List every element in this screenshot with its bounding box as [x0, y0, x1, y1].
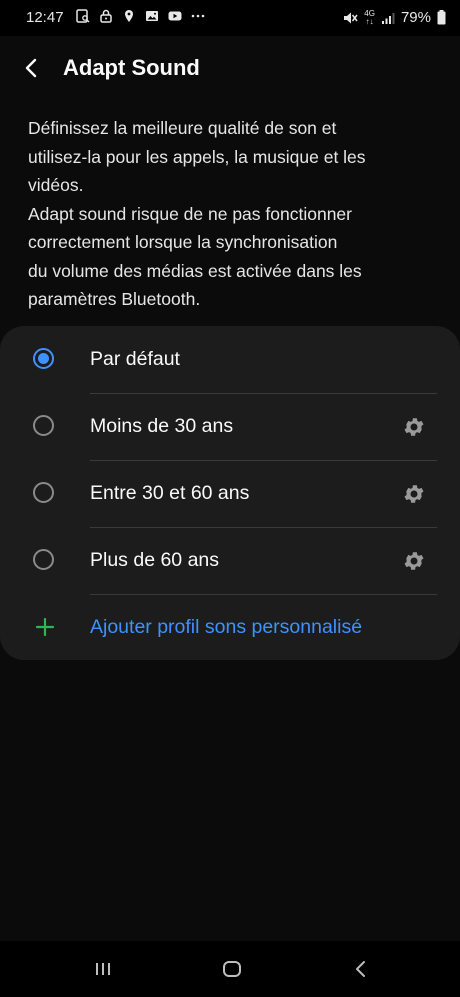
- option-label: Entre 30 et 60 ans: [90, 482, 250, 504]
- home-icon[interactable]: [218, 955, 246, 983]
- option-label: Moins de 30 ans: [90, 415, 234, 437]
- image-icon: [146, 11, 158, 21]
- option-row-over-60[interactable]: Plus de 60 ans: [0, 527, 460, 594]
- status-right: 4G ↑↓ 79%: [343, 9, 446, 26]
- battery-icon: [437, 10, 446, 25]
- description-text: Définissez la meilleure qualité de son e…: [28, 118, 366, 309]
- mute-icon: [344, 12, 358, 23]
- back-arrow-icon[interactable]: [18, 54, 46, 82]
- youtube-icon: [168, 11, 182, 21]
- gear-icon[interactable]: [402, 549, 426, 573]
- header: Adapt Sound: [0, 36, 460, 100]
- option-label: Par défaut: [90, 348, 180, 370]
- option-row-default[interactable]: Par défaut: [0, 326, 460, 393]
- option-row-under-30[interactable]: Moins de 30 ans: [0, 393, 460, 460]
- radio-button[interactable]: [33, 415, 54, 436]
- recent-apps-icon[interactable]: [89, 955, 117, 983]
- status-time: 12:47: [26, 9, 64, 26]
- add-profile-label: Ajouter profil sons personnalisé: [90, 616, 363, 638]
- gallery-search-icon: [76, 9, 90, 23]
- add-custom-profile-button[interactable]: Ajouter profil sons personnalisé: [0, 594, 460, 661]
- more-icon: [191, 14, 205, 18]
- navigation-bar: [0, 941, 460, 997]
- lock-icon: [100, 9, 112, 23]
- radio-button[interactable]: [33, 549, 54, 570]
- network-type: 4G ↑↓: [364, 8, 375, 26]
- status-bar: 12:47 4G ↑↓ 79%: [0, 0, 460, 36]
- gear-icon[interactable]: [402, 482, 426, 506]
- adapt-sound-screen: Adapt Sound Définissez la meilleure qual…: [0, 36, 460, 941]
- page-title: Adapt Sound: [63, 55, 200, 80]
- radio-button[interactable]: [33, 348, 54, 369]
- radio-button[interactable]: [33, 482, 54, 503]
- battery-percent: 79%: [400, 9, 431, 26]
- profile-options-card: Par défaut Moins de 30 ans Entre 30 et 6…: [0, 326, 460, 660]
- option-label: Plus de 60 ans: [90, 549, 220, 571]
- gear-icon[interactable]: [402, 415, 426, 439]
- back-nav-icon[interactable]: [347, 955, 375, 983]
- notification-icons: [76, 9, 205, 23]
- signal-icon: [381, 12, 395, 24]
- location-icon: [125, 10, 133, 22]
- option-row-30-to-60[interactable]: Entre 30 et 60 ans: [0, 460, 460, 527]
- plus-icon: [35, 617, 55, 637]
